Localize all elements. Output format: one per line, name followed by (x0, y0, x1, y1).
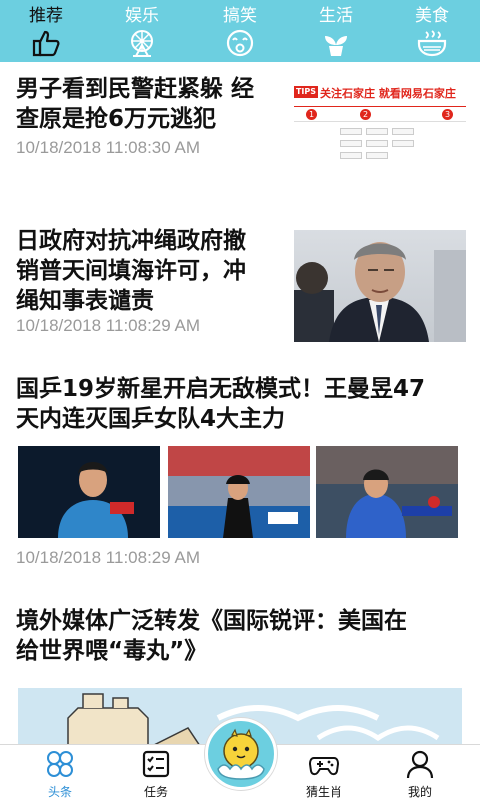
ad-step-row (294, 106, 466, 122)
nav-headlines[interactable]: 头条 (25, 745, 95, 800)
tab-recommend[interactable]: 推荐 (16, 0, 76, 62)
ad-graphic (392, 140, 414, 147)
news-timestamp: 10/18/2018 11:08:29 AM (16, 316, 201, 335)
news-photo (18, 446, 160, 538)
news-title: 男子看到民警赶紧躲 经 查原是抢6万元逃犯 (16, 76, 255, 132)
tab-label: 搞笑 (223, 6, 257, 26)
table-tennis-player-photo (168, 446, 310, 538)
nav-guess-zodiac[interactable]: 猜生肖 (289, 745, 359, 800)
ad-graphic (366, 152, 388, 159)
tab-food[interactable]: 美食 (402, 0, 462, 62)
ad-graphic (392, 128, 414, 135)
tab-life[interactable]: 生活 (306, 0, 366, 62)
mascot-button[interactable] (205, 718, 277, 790)
news-title: 境外媒体广泛转发《国际锐评：美国在 给世界喂“毒丸”》 (16, 608, 407, 664)
news-thumbnail: TIPS 关注石家庄 就看网易石家庄 1 2 3 (294, 82, 466, 168)
news-photo (316, 446, 458, 538)
nav-label: 我的 (407, 785, 432, 799)
step-marker: 3 (442, 109, 453, 120)
step-marker: 1 (306, 109, 317, 120)
ad-graphic (366, 128, 388, 135)
ad-graphic (340, 152, 362, 159)
ad-graphic (366, 140, 388, 147)
nav-profile[interactable]: 我的 (385, 745, 455, 800)
nav-tasks[interactable]: 任务 (121, 745, 191, 800)
tab-label: 生活 (319, 6, 353, 26)
category-bar: 推荐 娱乐 搞笑 生活 美食 (0, 0, 480, 62)
news-title: 国乒19岁新星开启无敌模式！王曼昱47 天内连灭国乒女队4大主力 (16, 376, 426, 432)
task-list-icon (142, 750, 170, 778)
thumbs-up-icon (32, 30, 60, 57)
nav-label: 任务 (143, 785, 168, 799)
news-thumbnail (294, 230, 466, 342)
gamepad-icon (309, 757, 339, 776)
mascot-icon (217, 728, 265, 780)
ad-graphic (340, 140, 362, 147)
laughing-face-icon (226, 29, 254, 57)
tab-label: 娱乐 (125, 6, 159, 26)
politician-photo (294, 242, 466, 342)
ferris-wheel-icon (131, 30, 153, 57)
news-timestamp: 10/18/2018 11:08:30 AM (16, 138, 201, 157)
ad-headline: 关注石家庄 就看网易石家庄 (320, 87, 456, 100)
plant-icon (325, 36, 347, 56)
headlines-icon (47, 751, 73, 777)
step-marker: 2 (360, 109, 371, 120)
tab-funny[interactable]: 搞笑 (210, 0, 270, 62)
news-timestamp: 10/18/2018 11:08:29 AM (16, 548, 201, 567)
tab-label: 推荐 (29, 6, 63, 26)
news-photo (168, 446, 310, 538)
tab-label: 美食 (415, 6, 449, 26)
user-icon (406, 750, 434, 779)
tips-badge: TIPS (294, 86, 318, 98)
tab-entertainment[interactable]: 娱乐 (112, 0, 172, 62)
table-tennis-player-photo (316, 446, 458, 538)
bowl-icon (417, 30, 447, 57)
nav-label: 头条 (47, 785, 72, 799)
nav-label: 猜生肖 (305, 785, 342, 799)
table-tennis-player-photo (18, 446, 160, 538)
ad-graphic (340, 128, 362, 135)
news-title: 日政府对抗冲绳政府撤 销普天间填海许可，冲 绳知事表谴责 (16, 228, 246, 314)
